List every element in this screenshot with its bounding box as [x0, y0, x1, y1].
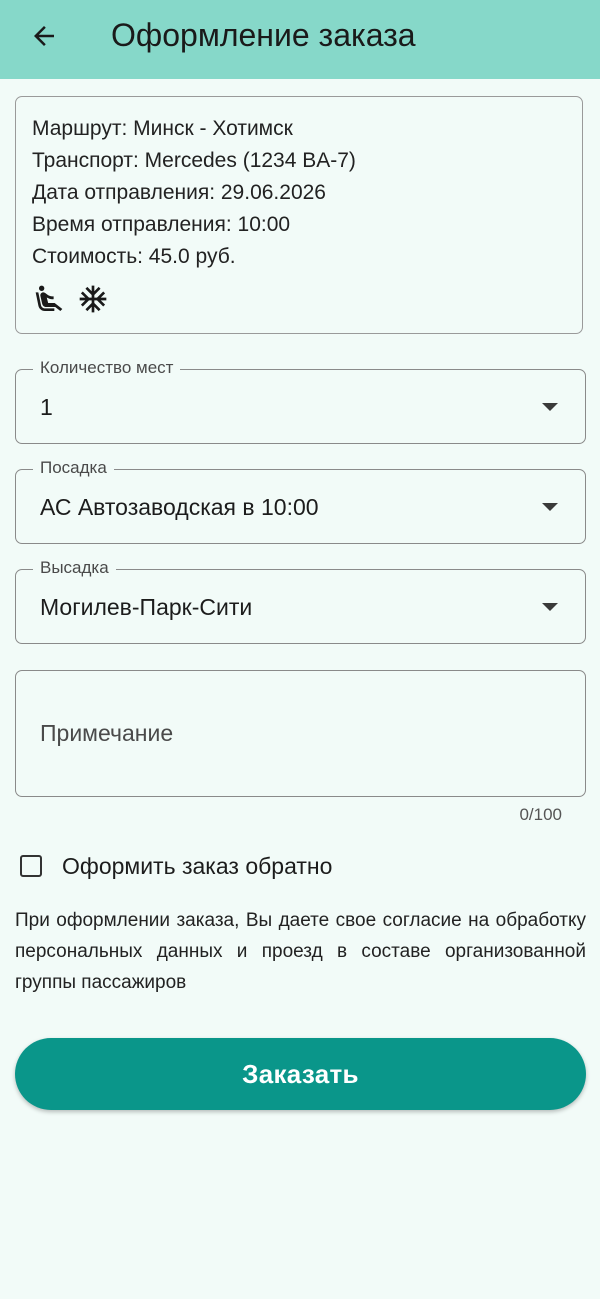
boarding-label: Посадка	[33, 458, 114, 478]
dropdown-arrow-icon	[542, 603, 558, 611]
boarding-value: АС Автозаводская в 10:00	[40, 494, 319, 520]
departure-time-text: Время отправления: 10:00	[32, 213, 291, 236]
dropdown-arrow-icon	[542, 503, 558, 511]
order-button[interactable]: Заказать	[15, 1038, 586, 1110]
arrow-left-icon	[29, 21, 59, 51]
dropdown-arrow-icon	[542, 403, 558, 411]
order-button-label: Заказать	[242, 1058, 359, 1089]
return-order-label: Оформить заказ обратно	[62, 853, 333, 879]
transport-text: Транспорт: Mercedes (1234 BA-7)	[32, 149, 356, 172]
feature-icons	[33, 283, 109, 315]
app-bar: Оформление заказа	[0, 0, 600, 79]
consent-text: При оформлении заказа, Вы даете свое сог…	[15, 910, 586, 993]
page-title: Оформление заказа	[111, 17, 416, 53]
dropoff-label: Высадка	[33, 558, 116, 578]
note-character-counter: 0/100	[519, 805, 562, 824]
route-text: Маршрут: Минск - Хотимск	[32, 117, 293, 140]
return-order-checkbox-row[interactable]: Оформить заказ обратно	[20, 849, 332, 883]
seats-label: Количество мест	[33, 358, 181, 378]
return-order-checkbox[interactable]	[20, 855, 42, 877]
note-placeholder: Примечание	[40, 720, 174, 746]
snowflake-icon	[77, 283, 109, 315]
dropoff-value: Могилев-Парк-Сити	[40, 594, 253, 620]
price-text: Стоимость: 45.0 руб.	[32, 245, 236, 268]
seats-value: 1	[40, 394, 53, 420]
boarding-select[interactable]: Посадка АС Автозаводская в 10:00	[15, 458, 586, 544]
departure-date-text: Дата отправления: 29.06.2026	[32, 181, 326, 204]
seats-select[interactable]: Количество мест 1	[15, 358, 586, 444]
note-input[interactable]: Примечание	[15, 670, 586, 797]
dropoff-select[interactable]: Высадка Могилев-Парк-Сити	[15, 558, 586, 644]
back-button[interactable]	[22, 14, 66, 58]
trip-info-card: Маршрут: Минск - Хотимск Транспорт: Merc…	[15, 96, 583, 334]
reclining-seat-icon	[33, 283, 65, 315]
